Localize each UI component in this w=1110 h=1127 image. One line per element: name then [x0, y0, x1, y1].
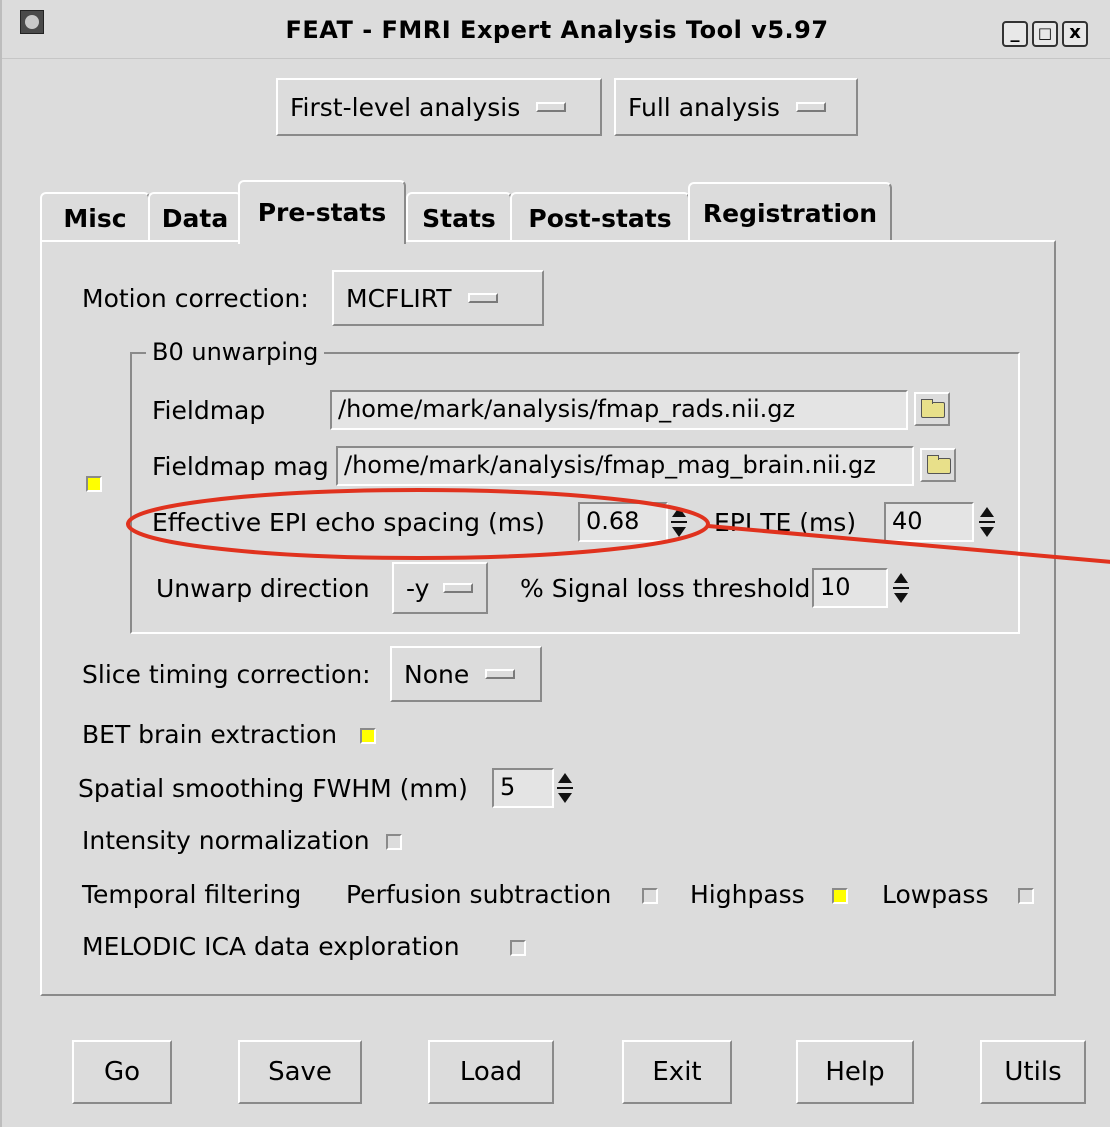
lowpass-checkbox[interactable]: [1018, 888, 1034, 904]
fieldmap-mag-input[interactable]: /home/mark/analysis/fmap_mag_brain.nii.g…: [336, 446, 914, 486]
melodic-label: MELODIC ICA data exploration: [82, 932, 460, 961]
intensity-norm-label: Intensity normalization: [82, 826, 370, 855]
unwarp-direction-label: Unwarp direction: [156, 574, 370, 603]
echo-spacing-input[interactable]: 0.68: [578, 502, 668, 542]
temporal-filtering-label: Temporal filtering: [82, 880, 302, 909]
motion-correction-label: Motion correction:: [82, 284, 309, 313]
echo-spacing-label: Effective EPI echo spacing (ms): [152, 508, 545, 537]
help-button[interactable]: Help: [796, 1040, 914, 1104]
perfusion-label: Perfusion subtraction: [346, 880, 612, 909]
close-button[interactable]: x: [1062, 21, 1088, 47]
analysis-type-menu[interactable]: Full analysis: [614, 78, 858, 136]
analysis-level-menu[interactable]: First-level analysis: [276, 78, 602, 136]
highpass-checkbox[interactable]: [832, 888, 848, 904]
tab-stats[interactable]: Stats: [406, 192, 512, 242]
epi-te-label: EPI TE (ms): [714, 508, 857, 537]
tab-registration[interactable]: Registration: [688, 182, 892, 242]
signal-loss-label: % Signal loss threshold: [520, 574, 811, 603]
slice-timing-value: None: [404, 659, 470, 689]
fieldmap-input[interactable]: /home/mark/analysis/fmap_rads.nii.gz: [330, 390, 908, 430]
bet-label: BET brain extraction: [82, 720, 338, 749]
active-tab-join: [240, 238, 404, 244]
analysis-type-value: Full analysis: [628, 92, 780, 122]
smoothing-input[interactable]: 5: [492, 768, 554, 808]
fieldmap-browse-folder-icon[interactable]: [914, 392, 950, 426]
echo-spacing-spinner-icon[interactable]: [668, 504, 688, 540]
tab-pre-stats[interactable]: Pre-stats: [238, 180, 406, 244]
analysis-level-value: First-level analysis: [290, 92, 521, 122]
save-button[interactable]: Save: [238, 1040, 362, 1104]
menu-indicator-icon: [536, 102, 567, 112]
maximize-button[interactable]: □: [1032, 21, 1058, 47]
feat-window: FEAT - FMRI Expert Analysis Tool v5.97 _…: [0, 0, 1110, 1127]
minimize-button[interactable]: _: [1002, 21, 1028, 47]
b0-unwarping-title: B0 unwarping: [146, 338, 325, 366]
menu-indicator-icon: [467, 293, 498, 303]
lowpass-label: Lowpass: [882, 880, 989, 909]
menu-indicator-icon: [443, 583, 474, 593]
tab-misc[interactable]: Misc: [40, 192, 150, 242]
signal-loss-input[interactable]: 10: [812, 568, 888, 608]
fieldmap-mag-label: Fieldmap mag: [152, 452, 329, 481]
utils-button[interactable]: Utils: [980, 1040, 1086, 1104]
unwarp-direction-menu[interactable]: -y: [392, 562, 488, 614]
load-button[interactable]: Load: [428, 1040, 554, 1104]
exit-button[interactable]: Exit: [622, 1040, 732, 1104]
menu-indicator-icon: [795, 102, 826, 112]
smoothing-label: Spatial smoothing FWHM (mm): [78, 774, 468, 803]
smoothing-spinner-icon[interactable]: [554, 770, 574, 806]
melodic-checkbox[interactable]: [510, 940, 526, 956]
motion-correction-value: MCFLIRT: [346, 283, 452, 313]
tab-post-stats[interactable]: Post-stats: [510, 192, 690, 242]
menu-indicator-icon: [485, 669, 516, 679]
highpass-label: Highpass: [690, 880, 805, 909]
slice-timing-menu[interactable]: None: [390, 646, 542, 702]
bet-checkbox[interactable]: [360, 728, 376, 744]
epi-te-input[interactable]: 40: [884, 502, 974, 542]
unwarp-direction-value: -y: [406, 573, 430, 603]
epi-te-spinner-icon[interactable]: [976, 504, 996, 540]
title-bar[interactable]: FEAT - FMRI Expert Analysis Tool v5.97 _…: [2, 0, 1110, 59]
fieldmap-mag-browse-folder-icon[interactable]: [920, 448, 956, 482]
fieldmap-label: Fieldmap: [152, 396, 266, 425]
slice-timing-label: Slice timing correction:: [82, 660, 371, 689]
window-title: FEAT - FMRI Expert Analysis Tool v5.97: [285, 16, 829, 44]
b0-unwarping-checkbox[interactable]: [86, 476, 102, 492]
motion-correction-menu[interactable]: MCFLIRT: [332, 270, 544, 326]
intensity-norm-checkbox[interactable]: [386, 834, 402, 850]
tab-data[interactable]: Data: [148, 192, 242, 242]
go-button[interactable]: Go: [72, 1040, 172, 1104]
perfusion-checkbox[interactable]: [642, 888, 658, 904]
signal-loss-spinner-icon[interactable]: [890, 570, 910, 606]
